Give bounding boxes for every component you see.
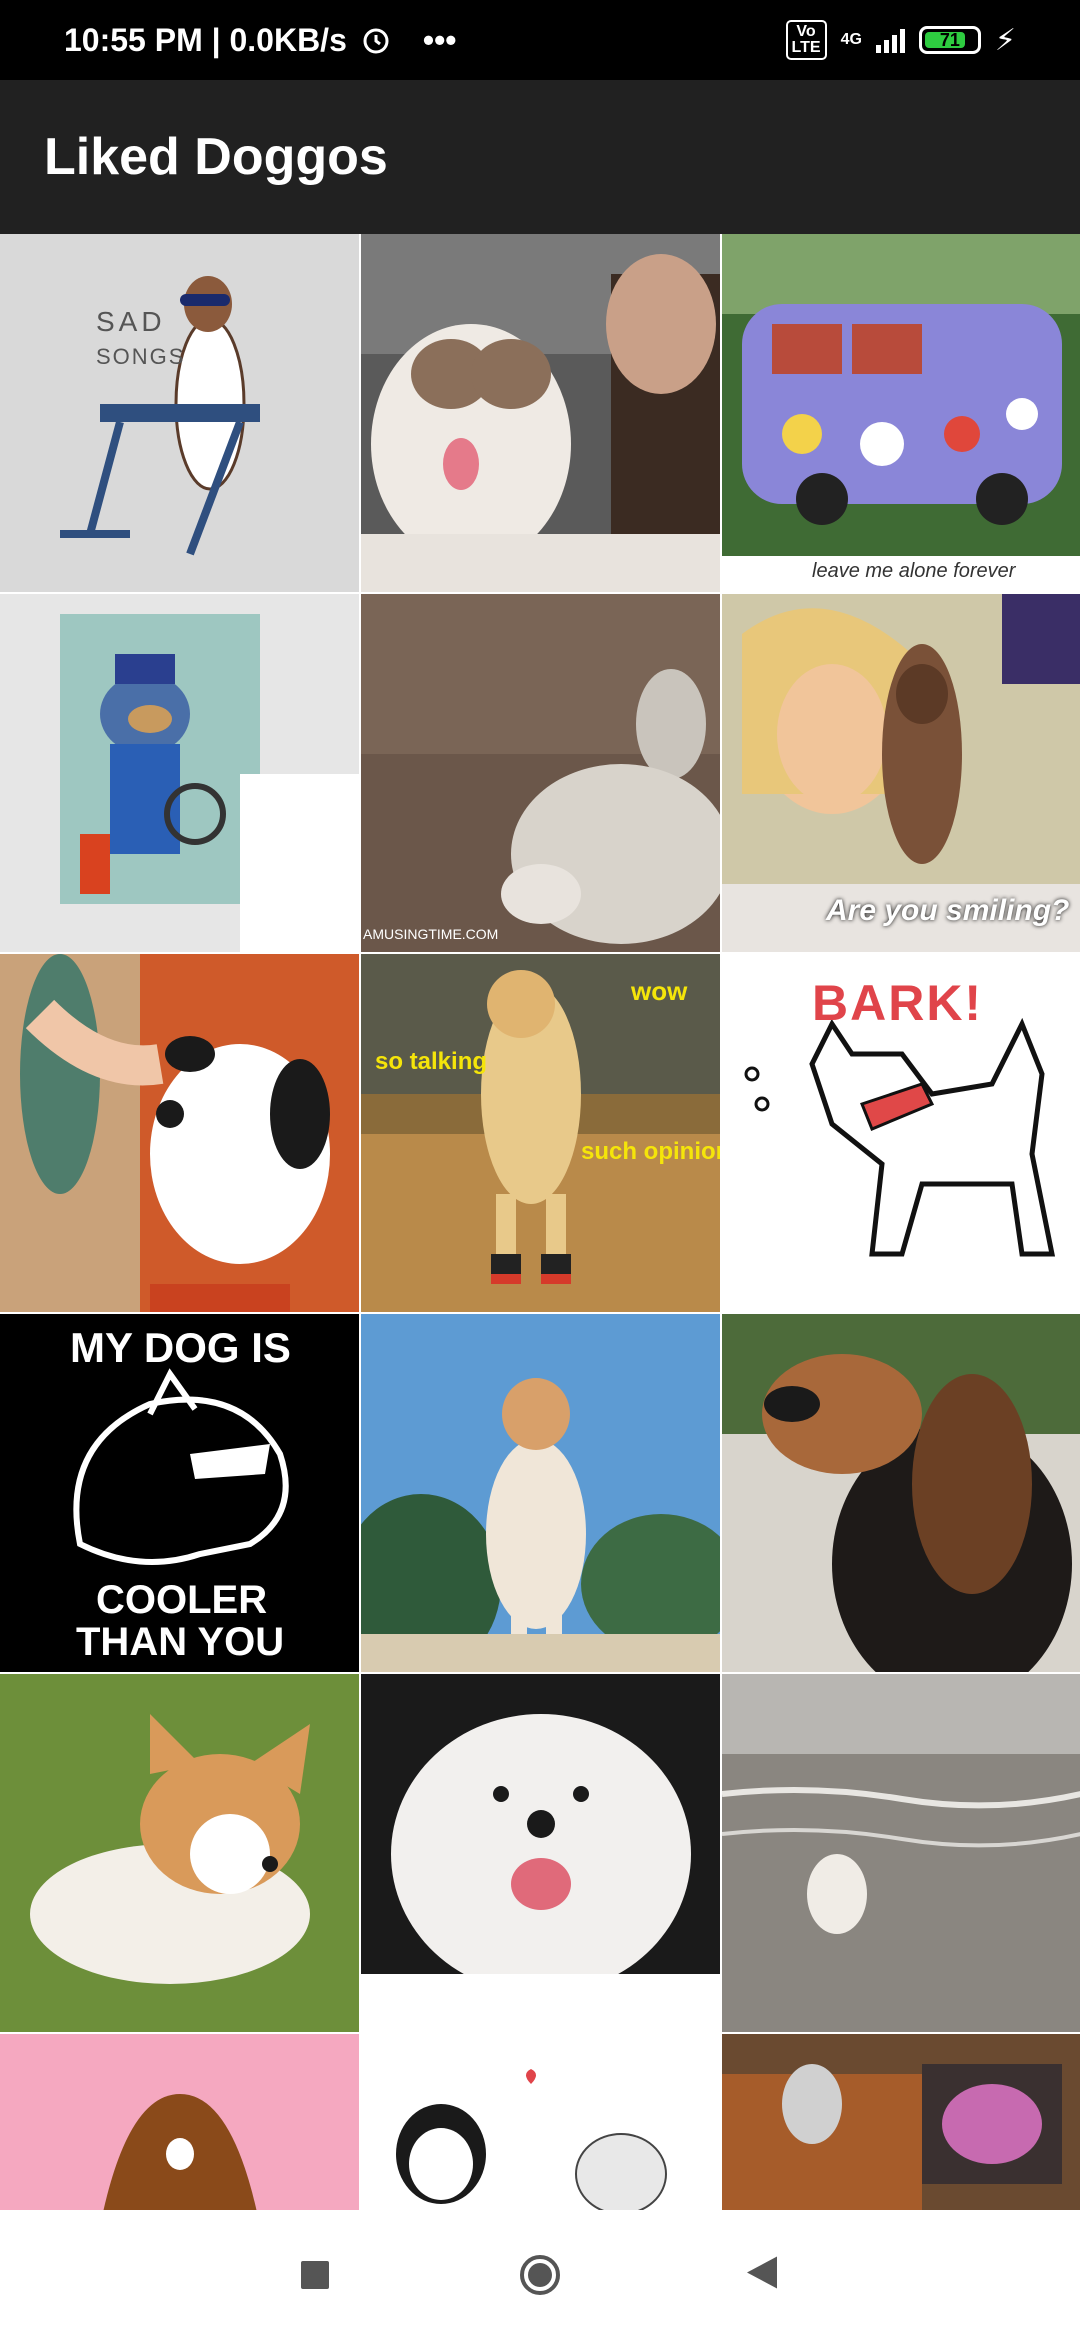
cooler-text: COOLER: [96, 1578, 268, 1622]
fluffy-puppy-photo: [361, 1674, 720, 2032]
shiba-shoes-photo: [361, 954, 720, 1312]
dog-man-photo: [361, 234, 720, 592]
circle-home-icon[interactable]: [520, 2255, 560, 2295]
wow-caption: wow: [631, 976, 688, 1006]
bark-caption: BARK!: [812, 975, 984, 1031]
such-opinion-caption: such opinion: [581, 1138, 720, 1165]
dog-beach-photo: [722, 1674, 1080, 2032]
gif-tile-bark-dog[interactable]: BARK!: [722, 954, 1080, 1312]
gif-tile-sad-songs-dog[interactable]: SAD SONGS: [0, 234, 359, 592]
pug-photo: [361, 594, 720, 952]
pink-cartoon-dog: [0, 2034, 359, 2210]
triangle-back-icon[interactable]: [745, 2255, 779, 2296]
so-talking-caption: so talking: [375, 1048, 488, 1075]
more-notifications: •••: [422, 21, 457, 58]
battery-level: 71: [939, 29, 960, 50]
dalmatian-cartoon: [0, 954, 359, 1312]
liked-gifs-grid[interactable]: SAD SONGS leave me alone forever AMUSING…: [0, 234, 1080, 2210]
gif-tile-fluffy-puppy[interactable]: [361, 1674, 720, 2032]
gif-tile-dog-and-man[interactable]: [361, 234, 720, 592]
page-title: Liked Doggos: [44, 128, 388, 186]
corgi-photo: [0, 1674, 359, 2032]
dog-keyboard-illustration: [0, 234, 359, 592]
gif-tile-hippie-van[interactable]: leave me alone forever: [722, 234, 1080, 592]
cartoon-dog-driving: [0, 594, 359, 952]
status-time-speed: 10:55 PM | 0.0KB/s: [64, 21, 347, 58]
akita-photo: [361, 1314, 720, 1672]
sad-text: SAD: [96, 306, 166, 337]
network-type: 4G: [840, 31, 862, 48]
signal-icon: [875, 27, 905, 53]
gif-tile-cartoon-dog-driving[interactable]: [0, 594, 359, 952]
hound-photo: [722, 1314, 1080, 1672]
volte-badge: Vo LTE: [785, 20, 827, 60]
lightning-icon: ⚡: [994, 23, 1016, 57]
gif-tile-pug-back[interactable]: AMUSINGTIME.COM: [361, 594, 720, 952]
are-you-smiling-caption: Are you smiling?: [826, 894, 1070, 927]
hippie-van-photo: [722, 234, 1080, 592]
app-bar: Liked Doggos: [0, 80, 1080, 234]
songs-text: SONGS: [96, 344, 186, 369]
gif-tile-dalmatian-boop[interactable]: [0, 954, 359, 1312]
gif-tile-girl-and-dog[interactable]: [361, 2034, 720, 2210]
my-dog-is-text: MY DOG IS: [70, 1324, 291, 1371]
square-recents-icon[interactable]: [301, 2261, 329, 2289]
gif-tile-are-you-smiling[interactable]: Are you smiling?: [722, 594, 1080, 952]
leave-me-alone-caption: leave me alone forever: [812, 560, 1016, 582]
gif-tile-my-dog-is-cooler[interactable]: MY DOG IS COOLER THAN YOU: [0, 1314, 359, 1672]
gif-tile-akita-beach[interactable]: [361, 1314, 720, 1672]
gif-tile-cartoon-living-room[interactable]: [722, 2034, 1080, 2210]
cartoon-tv-scene: [722, 2034, 1080, 2210]
battery-icon: 71: [918, 26, 981, 54]
gif-tile-pink-cartoon[interactable]: [0, 2034, 359, 2210]
than-you-text: THAN YOU: [76, 1620, 285, 1664]
gif-tile-hound-dog[interactable]: [722, 1314, 1080, 1672]
status-bar: 10:55 PM | 0.0KB/s ••• Vo LTE 4G 71 ⚡: [0, 0, 1080, 80]
gif-tile-dog-in-water[interactable]: [722, 1674, 1080, 2032]
navigation-bar: [0, 2210, 1080, 2340]
alarm-clock-icon: [363, 28, 389, 54]
girl-dog-drawing: [361, 2034, 720, 2210]
amusingtime-watermark: AMUSINGTIME.COM: [363, 926, 499, 942]
gif-tile-corgi-grass[interactable]: [0, 1674, 359, 2032]
gif-tile-shiba-doge[interactable]: wow so talking such opinion: [361, 954, 720, 1312]
